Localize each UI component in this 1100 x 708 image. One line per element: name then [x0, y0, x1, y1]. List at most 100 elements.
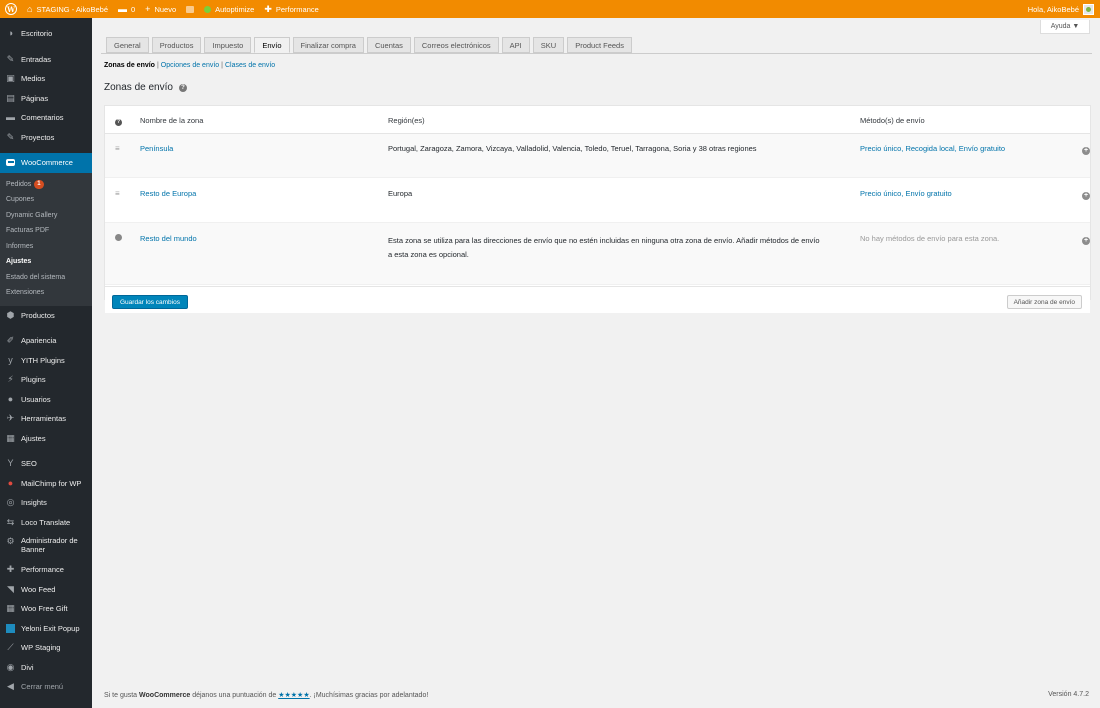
add-zone-button[interactable]: Añadir zona de envío [1006, 295, 1082, 309]
menu-proyectos[interactable]: ✎ Proyectos [0, 128, 92, 148]
menu-usuarios[interactable]: ● Usuarios [0, 390, 92, 410]
menu-seo[interactable]: Y SEO [0, 454, 92, 474]
pin-icon: ✎ [6, 53, 15, 64]
square-icon [186, 5, 195, 13]
collapse-icon: ◀ [7, 681, 14, 692]
plugin-square-link[interactable] [181, 0, 199, 18]
add-method-icon[interactable]: + [1082, 144, 1090, 155]
subsection-clases[interactable]: Clases de envío [225, 62, 275, 69]
table-header: ? Nombre de la zona Región(es) Método(s)… [105, 106, 1090, 134]
menu-paginas[interactable]: ▤ Páginas [0, 89, 92, 109]
submenu-estado-sistema[interactable]: Estado del sistema [0, 270, 92, 286]
menu-plugins[interactable]: ⚡ Plugins [0, 370, 92, 390]
staging-icon: ⟋ [7, 642, 14, 653]
drag-handle-icon[interactable]: ≡ [115, 189, 120, 198]
header-methods: Método(s) de envío [860, 116, 925, 125]
add-method-icon[interactable]: + [1082, 189, 1090, 200]
help-question-icon[interactable]: ? [178, 83, 187, 92]
tab-impuesto[interactable]: Impuesto [204, 37, 252, 53]
menu-ajustes[interactable]: ▦ Ajustes [0, 429, 92, 449]
submenu-ajustes[interactable]: Ajustes [0, 254, 92, 270]
user-icon: ● [7, 393, 14, 404]
media-icon: ▣ [6, 73, 15, 84]
help-button[interactable]: Ayuda ▼ [1040, 20, 1090, 34]
collapse-menu[interactable]: ◀ Cerrar menú [0, 677, 92, 697]
menu-apariencia[interactable]: ✐ Apariencia [0, 331, 92, 351]
submenu-informes[interactable]: Informes [0, 239, 92, 255]
comment-bubble-icon: ▬ [118, 3, 127, 14]
zone-methods-link[interactable]: Precio único, Envío gratuito [860, 189, 952, 198]
menu-performance[interactable]: ✚ Performance [0, 560, 92, 580]
tab-finalizar-compra[interactable]: Finalizar compra [292, 37, 364, 53]
subsection-opciones[interactable]: Opciones de envío [161, 62, 219, 69]
table-footer: Guardar los cambios Añadir zona de envío [105, 286, 1090, 313]
tab-sku[interactable]: SKU [532, 37, 565, 53]
woocommerce-submenu: Pedidos 1 Cupones Dynamic Gallery Factura… [0, 172, 92, 306]
autoptimize-menu[interactable]: Autoptimize [199, 0, 259, 18]
menu-entradas[interactable]: ✎ Entradas [0, 50, 92, 70]
menu-woo-free-gift[interactable]: ▦ Woo Free Gift [0, 599, 92, 619]
subsection-zonas[interactable]: Zonas de envío [104, 62, 155, 69]
new-content-menu[interactable]: + Nuevo [140, 0, 181, 18]
help-tip-icon[interactable]: ? [115, 116, 122, 126]
menu-wp-staging[interactable]: ⟋ WP Staging [0, 638, 92, 658]
menu-yeloni-exit-popup[interactable]: Yeloni Exit Popup [0, 619, 92, 639]
tab-product-feeds[interactable]: Product Feeds [567, 37, 632, 53]
dashboard-icon: ◑ [7, 28, 14, 39]
menu-medios[interactable]: ▣ Medios [0, 69, 92, 89]
tab-envio[interactable]: Envío [254, 37, 290, 53]
site-name-link[interactable]: ⌂ STAGING - AikoBebé [22, 0, 113, 18]
menu-mailchimp[interactable]: ● MailChimp for WP [0, 474, 92, 494]
rating-stars-link[interactable]: ★★★★★ [278, 692, 309, 699]
menu-comentarios[interactable]: ▬ Comentarios [0, 108, 92, 128]
archive-icon: ⬢ [6, 309, 15, 320]
performance-icon: ✚ [264, 3, 272, 14]
tab-api[interactable]: API [501, 37, 530, 53]
menu-divi[interactable]: ◉ Divi [0, 658, 92, 678]
settings-tabs: General Productos Impuesto Envío Finaliz… [106, 37, 632, 53]
table-row: Resto del mundo Esta zona se utiliza par… [105, 223, 1090, 285]
page-title: Zonas de envío ? [104, 82, 187, 93]
save-changes-button[interactable]: Guardar los cambios [112, 295, 188, 309]
plug-icon: ⚡ [7, 374, 14, 385]
menu-yith-plugins[interactable]: y YITH Plugins [0, 351, 92, 371]
tab-general[interactable]: General [106, 37, 149, 53]
drag-handle-icon[interactable]: ≡ [115, 144, 120, 153]
my-account-menu[interactable]: Hola, AikoBebé [1028, 3, 1100, 15]
submenu-extensiones[interactable]: Extensiones [0, 285, 92, 301]
paintbrush-icon: ✐ [6, 335, 15, 346]
admin-bar: W ⌂ STAGING - AikoBebé ▬ 0 + Nuevo Autoptim… [0, 0, 1100, 18]
menu-escritorio[interactable]: ◑ Escritorio [0, 24, 92, 44]
rss-icon: ◥ [7, 583, 14, 594]
zone-name-link[interactable]: Resto de Europa [140, 189, 196, 198]
shipping-subsections: Zonas de envío | Opciones de envío | Cla… [104, 62, 276, 69]
comments-link[interactable]: ▬ 0 [113, 0, 140, 18]
wordpress-logo-icon: W [5, 3, 17, 15]
submenu-dynamic-gallery[interactable]: Dynamic Gallery [0, 208, 92, 224]
submenu-cupones[interactable]: Cupones [0, 192, 92, 208]
menu-administrador-banner[interactable]: ⚙ Administrador de Banner [0, 532, 92, 560]
add-method-icon[interactable]: + [1082, 234, 1090, 245]
submenu-facturas-pdf[interactable]: Facturas PDF [0, 223, 92, 239]
zone-methods-link[interactable]: Precio único, Recogida local, Envío grat… [860, 144, 1005, 153]
menu-herramientas[interactable]: ✈ Herramientas [0, 409, 92, 429]
menu-woocommerce[interactable]: WooCommerce [0, 153, 92, 173]
mailchimp-icon: ● [7, 477, 14, 488]
performance-menu[interactable]: ✚ Performance [259, 0, 323, 18]
orders-count-badge: 1 [34, 179, 44, 189]
tab-correos[interactable]: Correos electrónicos [413, 37, 499, 53]
status-dot-icon [204, 5, 212, 13]
wp-logo-menu[interactable]: W [0, 0, 22, 18]
tab-productos[interactable]: Productos [151, 37, 202, 53]
yith-icon: y [8, 354, 13, 365]
zone-name-link[interactable]: Resto del mundo [140, 234, 197, 243]
menu-woo-feed[interactable]: ◥ Woo Feed [0, 580, 92, 600]
footer-rating-text: Si te gusta WooCommerce déjanos una punt… [104, 692, 429, 699]
zone-name-link[interactable]: Península [140, 144, 173, 153]
tab-cuentas[interactable]: Cuentas [366, 37, 411, 53]
menu-insights[interactable]: ◎ Insights [0, 493, 92, 513]
menu-loco-translate[interactable]: ⇆ Loco Translate [0, 513, 92, 533]
submenu-pedidos[interactable]: Pedidos 1 [0, 177, 92, 193]
menu-productos[interactable]: ⬢ Productos [0, 306, 92, 326]
main-content: Ayuda ▼ General Productos Impuesto Envío… [92, 18, 1100, 708]
